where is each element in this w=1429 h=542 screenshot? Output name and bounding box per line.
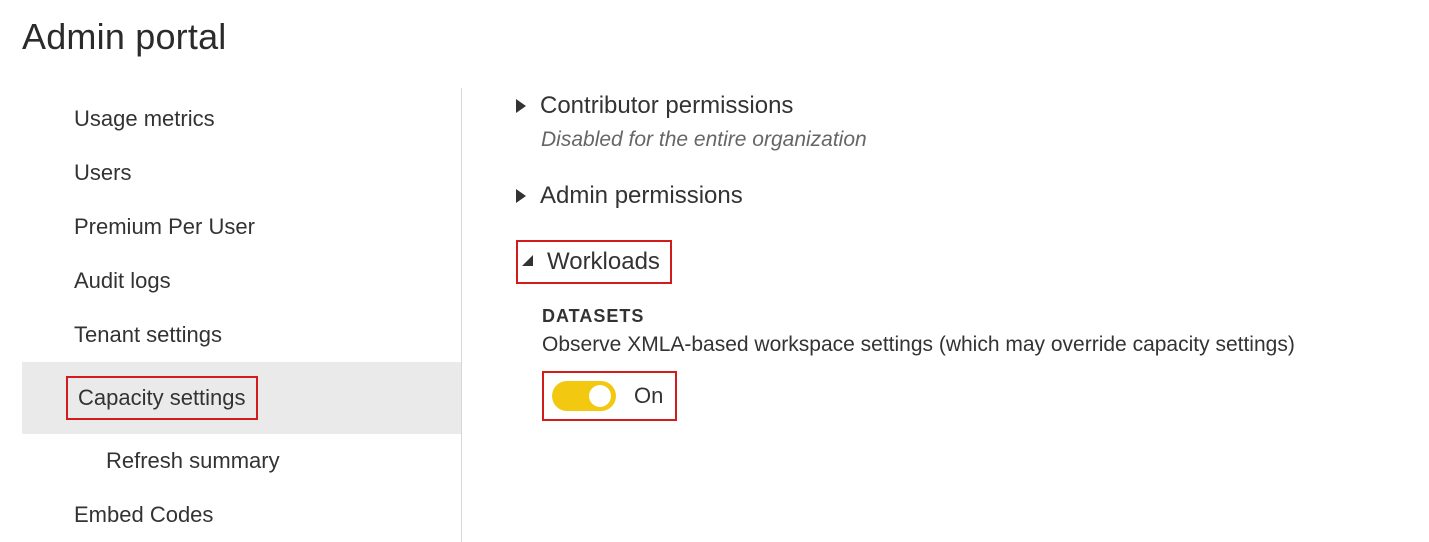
sidebar-item-tenant-settings[interactable]: Tenant settings xyxy=(22,308,461,362)
annotation-highlight: On xyxy=(542,371,677,421)
toggle-state-label: On xyxy=(634,383,663,409)
section-title: Admin permissions xyxy=(540,182,743,210)
section-admin-permissions: Admin permissions xyxy=(516,182,1429,210)
section-title: Contributor permissions xyxy=(540,92,793,120)
section-header-contributor-permissions[interactable]: Contributor permissions xyxy=(516,92,1429,120)
sidebar: Usage metrics Users Premium Per User Aud… xyxy=(22,88,462,542)
caret-down-icon xyxy=(522,255,533,266)
datasets-heading: DATASETS xyxy=(542,306,1429,327)
section-workloads: Workloads DATASETS Observe XMLA-based wo… xyxy=(516,240,1429,421)
annotation-highlight: Capacity settings xyxy=(66,376,258,420)
section-header-workloads[interactable]: Workloads xyxy=(516,240,1429,284)
caret-right-icon xyxy=(516,99,526,113)
section-title: Workloads xyxy=(547,248,660,276)
section-subtitle: Disabled for the entire organization xyxy=(541,128,1429,152)
main-content: Contributor permissions Disabled for the… xyxy=(462,88,1429,542)
toggle-track xyxy=(552,381,616,411)
annotation-highlight: Workloads xyxy=(516,240,672,284)
datasets-description: Observe XMLA-based workspace settings (w… xyxy=(542,333,1429,357)
sidebar-item-premium-per-user[interactable]: Premium Per User xyxy=(22,200,461,254)
sidebar-item-capacity-settings[interactable]: Capacity settings xyxy=(22,362,461,434)
sidebar-item-embed-codes[interactable]: Embed Codes xyxy=(22,488,461,542)
section-contributor-permissions: Contributor permissions Disabled for the… xyxy=(516,92,1429,152)
sidebar-item-audit-logs[interactable]: Audit logs xyxy=(22,254,461,308)
workloads-body: DATASETS Observe XMLA-based workspace se… xyxy=(542,306,1429,421)
section-header-admin-permissions[interactable]: Admin permissions xyxy=(516,182,1429,210)
caret-right-icon xyxy=(516,189,526,203)
toggle-thumb xyxy=(589,385,611,407)
page-title: Admin portal xyxy=(22,16,1429,58)
sidebar-item-users[interactable]: Users xyxy=(22,146,461,200)
sidebar-item-refresh-summary[interactable]: Refresh summary xyxy=(22,434,461,488)
xmla-toggle[interactable]: On xyxy=(552,381,663,411)
sidebar-item-usage-metrics[interactable]: Usage metrics xyxy=(22,92,461,146)
